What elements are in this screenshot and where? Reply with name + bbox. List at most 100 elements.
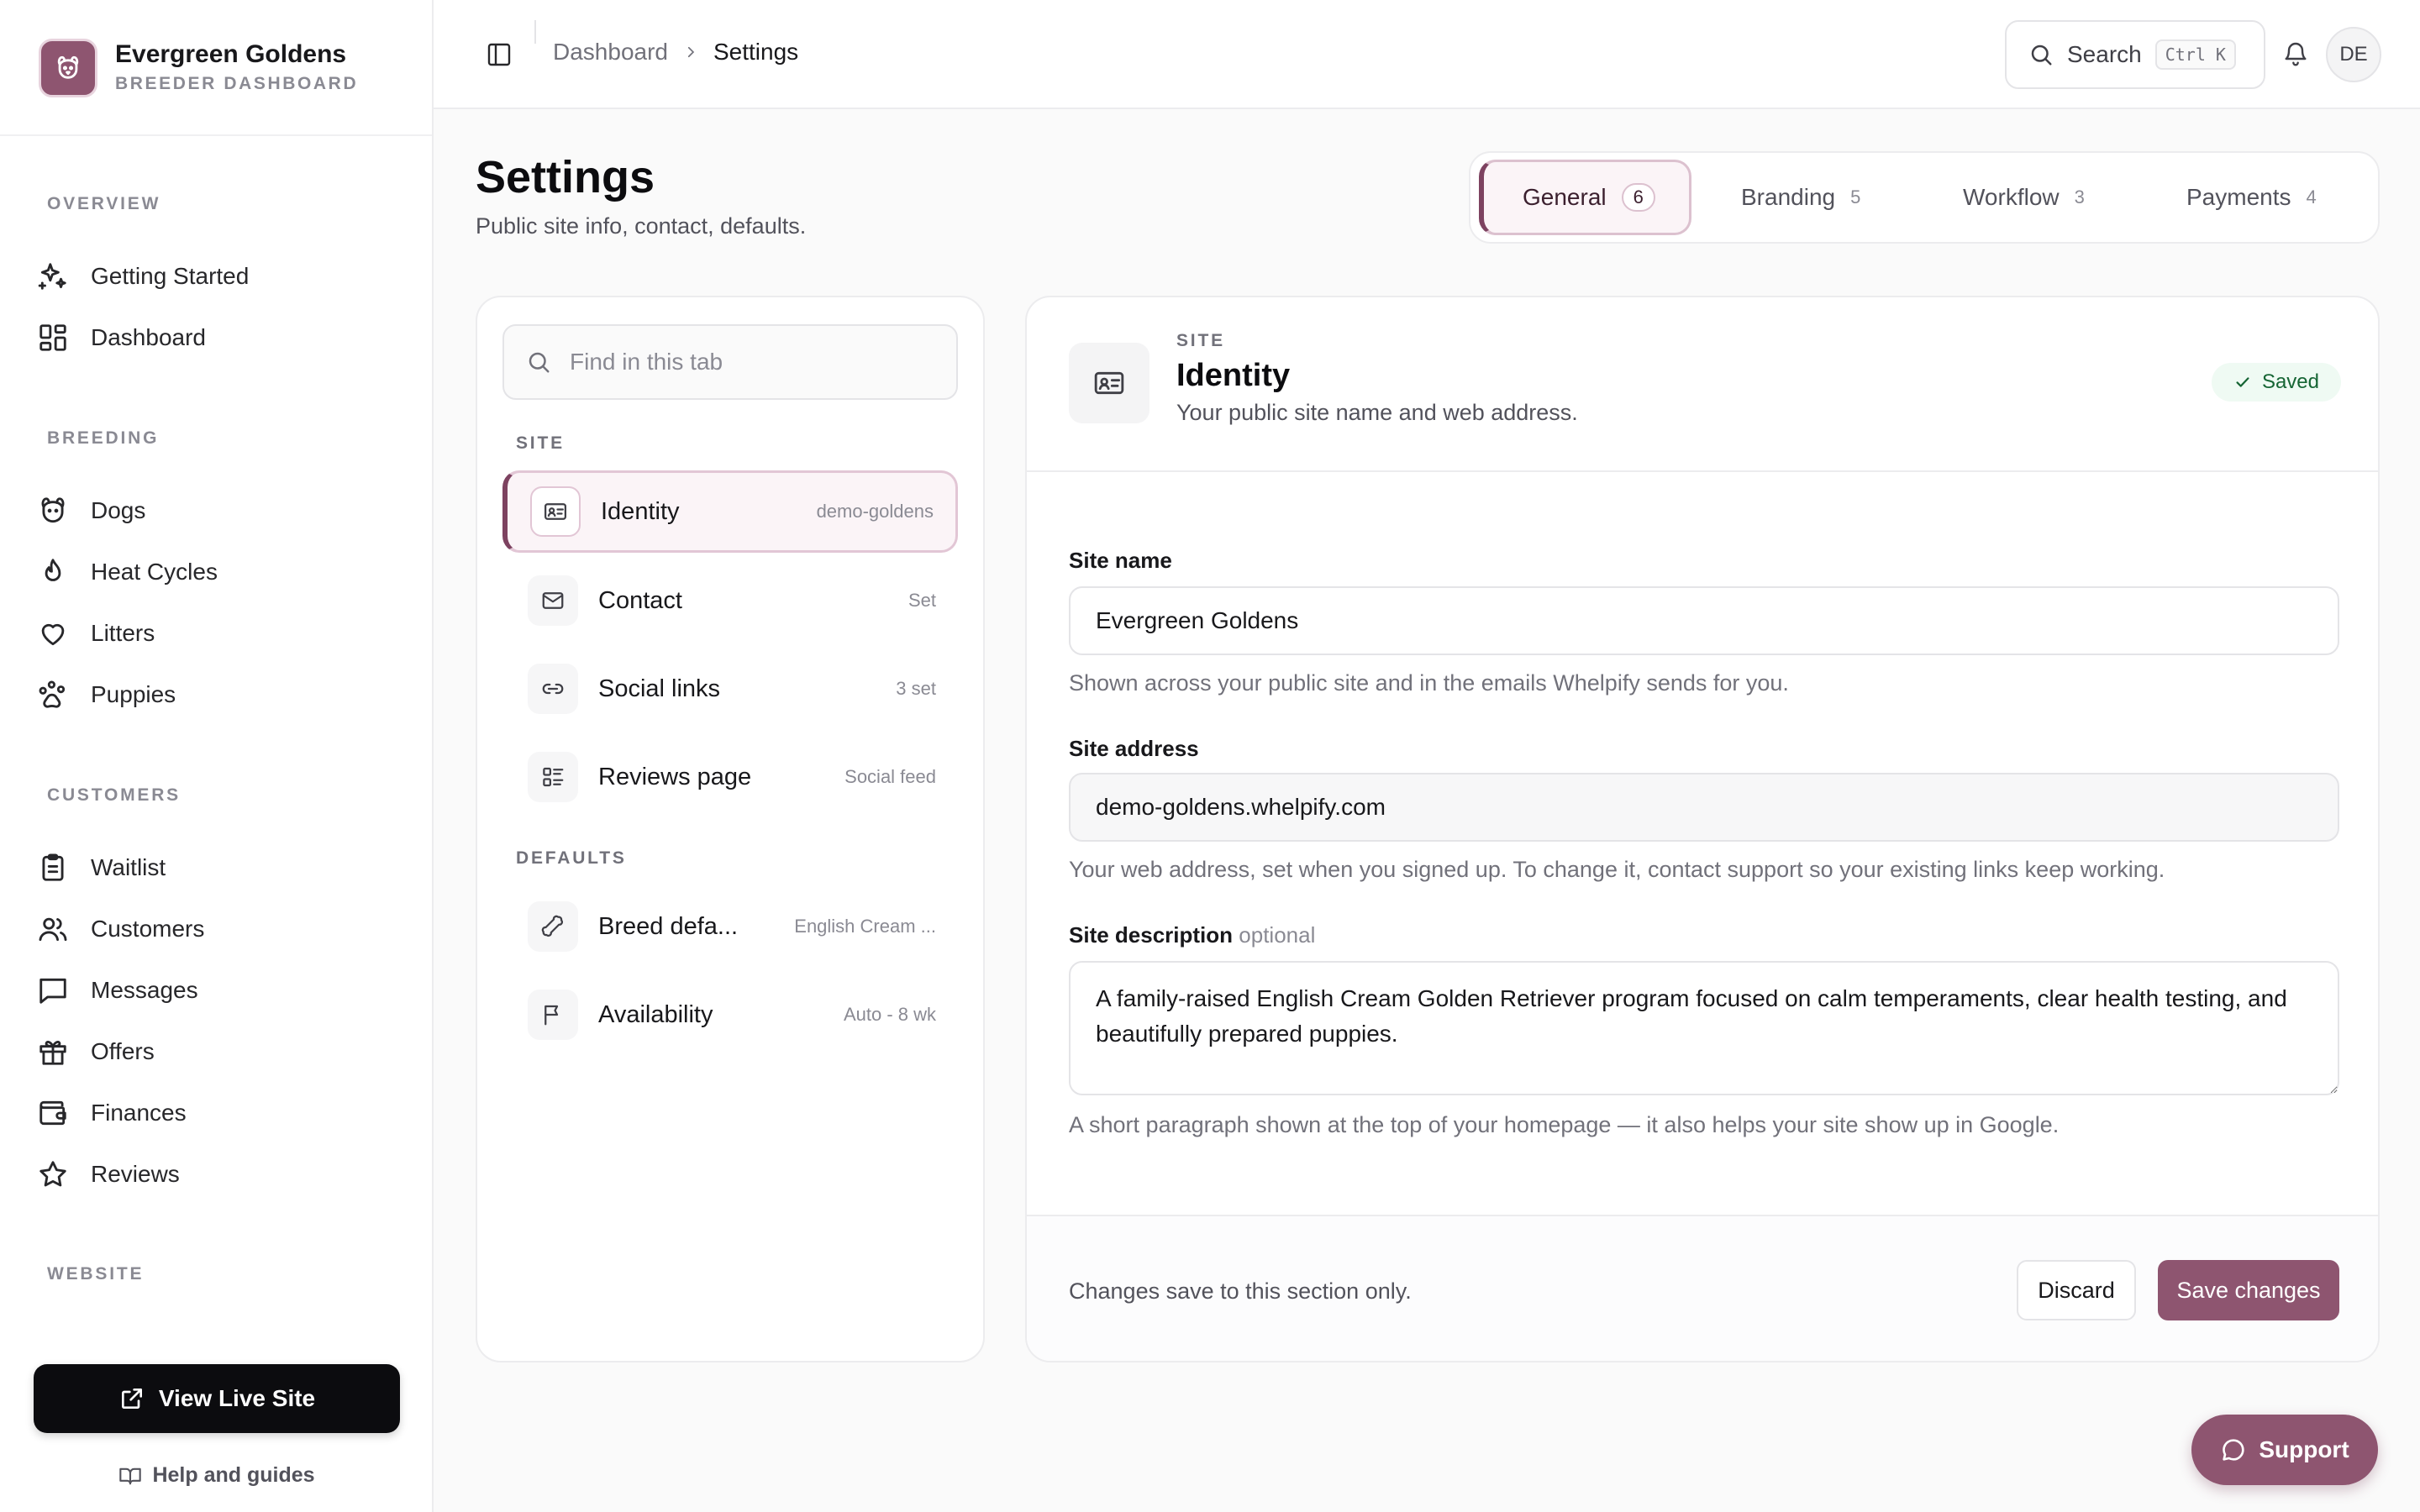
sidebar-toggle-button[interactable] [486,41,513,68]
section-item-social-links[interactable]: Social links 3 set [502,648,958,730]
breadcrumb-dashboard[interactable]: Dashboard [553,39,668,66]
save-changes-button[interactable]: Save changes [2158,1260,2339,1320]
site-address-help: Your web address, set when you signed up… [1069,857,2165,882]
sidebar-item-puppies[interactable]: Puppies [34,669,400,721]
tab-workflow[interactable]: Workflow 3 [1963,160,2085,235]
status-text: Saved [2261,370,2319,393]
sidebar-item-customers[interactable]: Customers [34,903,400,955]
avatar[interactable]: DE [2326,27,2381,82]
chat-bubble-icon [2223,1439,2244,1461]
nav-section-overview: OVERVIEW [47,194,161,213]
sidebar-item-waitlist[interactable]: Waitlist [34,842,400,894]
sidebar-item-label: Dashboard [91,324,206,350]
message-icon [39,978,66,1004]
tab-count: 6 [1621,183,1655,212]
tab-branding[interactable]: Branding 5 [1741,160,1860,235]
sidebar-item-messages[interactable]: Messages [34,964,400,1016]
search-label: Search [2067,41,2142,67]
sidebar-item-finances[interactable]: Finances [34,1087,400,1139]
sidebar-item-label: Messages [91,977,198,1003]
card-title: Identity [1176,358,1291,393]
topbar: Dashboard Settings Search Ctrl K DE [434,0,2420,109]
help-and-guides-link[interactable]: Help and guides [0,1463,434,1488]
section-item-identity[interactable]: Identity demo-goldens [502,470,958,553]
search-icon [529,352,550,373]
view-live-site-button[interactable]: View Live Site [34,1364,400,1433]
tab-count: 4 [2306,186,2317,207]
id-card-icon [1094,371,1124,395]
site-address-input[interactable] [1069,773,2339,842]
section-item-meta: demo-goldens [816,501,934,522]
section-item-meta: Set [908,590,936,611]
link-icon [542,683,564,695]
notifications-button[interactable] [2282,40,2309,67]
section-item-reviews-page[interactable]: Reviews page Social feed [502,736,958,818]
wallet-icon [39,1100,66,1126]
optional-tag: optional [1239,922,1316,948]
brand-header: Evergreen Goldens BREEDER DASHBOARD [0,0,432,136]
section-list-panel: SITE Identity demo-goldens Contact Set S… [476,296,985,1362]
site-name-input[interactable] [1069,586,2339,655]
gift-icon [39,1041,66,1065]
site-description-label: Site description optional [1069,922,1315,948]
discard-button[interactable]: Discard [2017,1260,2136,1320]
sidebar-item-label: Finances [91,1100,187,1126]
search-shortcut: Ctrl K [2154,39,2236,70]
nav-section-website: WEBSITE [47,1264,145,1284]
flag-icon [544,1005,559,1026]
tab-general[interactable]: General 6 [1479,160,1691,235]
site-address-label: Site address [1069,736,1199,761]
find-in-tab[interactable] [502,324,958,400]
support-button[interactable]: Support [2191,1415,2378,1485]
section-item-availability[interactable]: Availability Auto - 8 wk [502,974,958,1056]
check-icon [2236,377,2249,387]
section-item-meta: English Cream ... [794,916,936,937]
site-description-label-text: Site description [1069,922,1234,948]
chevron-right-icon [687,46,695,58]
section-heading-defaults: DEFAULTS [516,848,627,868]
card-eyebrow: SITE [1176,331,1225,350]
global-search-button[interactable]: Search Ctrl K [2005,20,2265,89]
sidebar-item-label: Puppies [91,681,176,707]
mail-icon [542,592,564,609]
sidebar-item-label: Customers [91,916,205,942]
sidebar-item-litters[interactable]: Litters [34,607,400,659]
dog-logo-icon[interactable] [39,39,97,97]
find-in-tab-input[interactable] [570,349,923,375]
sidebar-item-label: Offers [91,1038,155,1064]
section-item-label: Social links [598,675,721,702]
card-footer: Changes save to this section only. Disca… [1027,1215,2378,1361]
section-item-label: Contact [598,586,682,614]
external-link-icon [121,1389,142,1409]
flame-icon [45,559,61,581]
sidebar-item-reviews[interactable]: Reviews [34,1148,400,1200]
dog-icon [41,497,65,523]
tab-payments[interactable]: Payments 4 [2186,160,2317,235]
search-icon [2031,45,2052,66]
section-item-label: Breed defa... [598,912,739,940]
sidebar-item-getting-started[interactable]: Getting Started [34,250,400,302]
site-name-label: Site name [1069,548,1172,573]
nav-section-breeding: BREEDING [47,428,160,448]
tab-count: 3 [2074,186,2085,207]
help-link-label: Help and guides [152,1463,315,1487]
section-item-meta: 3 set [896,678,936,699]
tab-label: Branding [1741,184,1836,210]
sidebar-item-dashboard[interactable]: Dashboard [34,312,400,364]
site-description-textarea[interactable]: A family-raised English Cream Golden Ret… [1069,961,2339,1095]
card-icon [1069,343,1150,423]
sidebar-item-heat-cycles[interactable]: Heat Cycles [34,546,400,598]
sidebar-item-label: Getting Started [91,263,250,289]
grid-icon [39,324,66,351]
sidebar-item-label: Heat Cycles [91,559,218,585]
sidebar-item-dogs[interactable]: Dogs [34,485,400,537]
tab-label: General [1523,184,1607,210]
section-item-label: Availability [598,1000,713,1028]
tab-label: Workflow [1963,184,2060,210]
paw-icon [39,680,66,708]
section-item-contact[interactable]: Contact Set [502,559,958,642]
sidebar-item-offers[interactable]: Offers [34,1026,400,1078]
section-item-breed-defaults[interactable]: Breed defa... English Cream ... [502,885,958,968]
card-header: SITE Identity Your public site name and … [1027,297,2378,472]
sidebar-item-label: Litters [91,620,155,646]
